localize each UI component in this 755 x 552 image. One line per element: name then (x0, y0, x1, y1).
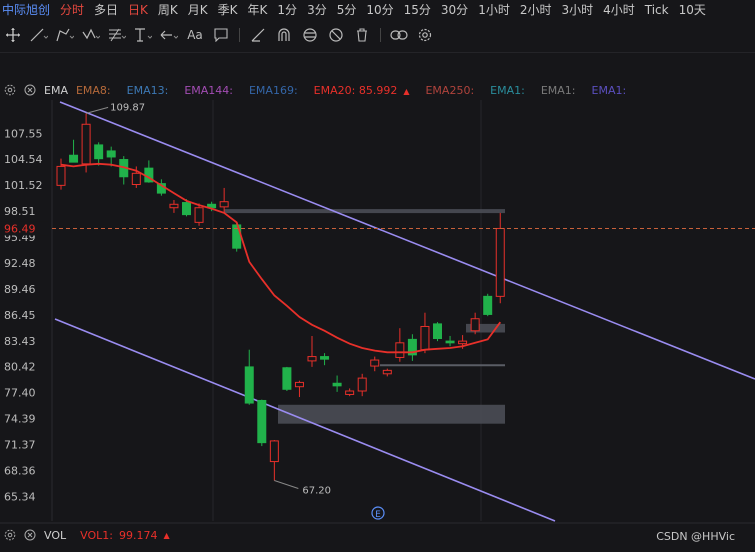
candle-body (244, 366, 254, 404)
low-label: 67.20 (302, 485, 331, 496)
candle-body (81, 123, 91, 165)
price-tick-label: 83.43 (4, 335, 36, 348)
ema-items: EMA8: EMA13: EMA144: EMA169: EMA20: 85.992 ▲ E… (76, 84, 642, 97)
candle-body (420, 325, 430, 351)
candle-body (357, 377, 367, 392)
ema-legend-label: EMA169: (248, 83, 298, 97)
price-tick-label: 101.52 (4, 179, 43, 192)
candle-body (269, 440, 279, 463)
candle-body (382, 369, 392, 375)
channel-upper-line (59, 101, 755, 380)
volume-value: 99.174 (118, 528, 158, 542)
high-marker-line (85, 106, 109, 114)
ema-legend-value: 85.992 (355, 83, 398, 97)
price-tick-label: 77.40 (4, 387, 36, 400)
ema-legend-label: EMA20: (313, 83, 356, 97)
price-tick-label: 65.34 (4, 491, 36, 504)
price-tick-label: 74.39 (4, 413, 36, 426)
candle-body (131, 172, 141, 185)
candle-body (395, 342, 405, 358)
candle-body (94, 144, 104, 160)
candle-body (219, 201, 229, 208)
settings-icon[interactable] (2, 527, 18, 543)
candle-body (445, 340, 455, 344)
indicator-name: EMA (44, 83, 68, 97)
volume-indicator-name: VOL (44, 528, 67, 542)
candle-body (470, 318, 480, 332)
high-label: 109.87 (110, 102, 145, 113)
price-tick-label: 71.37 (4, 439, 36, 452)
price-tick-label: 89.46 (4, 283, 36, 296)
settings-icon[interactable] (2, 82, 18, 98)
ema-legend-item: EMA169: (249, 84, 298, 97)
ema-legend-label: EMA8: (75, 83, 111, 97)
watermark: CSDN @HHVic (656, 530, 735, 543)
ema-legend-item: EMA1: (541, 84, 576, 97)
price-tick-label: 68.36 (4, 465, 36, 478)
volume-label: VOL1: (80, 528, 113, 542)
resistance-zone (224, 209, 505, 214)
volume-arrow-icon: ▲ (163, 530, 170, 540)
candle-body (458, 340, 468, 345)
ema-legend-item: EMA8: (76, 84, 111, 97)
price-tick-label: 104.54 (4, 153, 43, 166)
candle-body (294, 381, 304, 388)
candle-body (495, 227, 505, 297)
volume-legend: VOL VOL1: 99.174 ▲ (0, 527, 170, 543)
candle-body (106, 150, 116, 158)
ema-legend-item: EMA1: (592, 84, 627, 97)
candle-body (257, 399, 267, 444)
ema-legend: EMA EMA8: EMA13: EMA144: EMA169: EMA20: 85.9… (0, 82, 755, 98)
ema-legend-label: EMA1: (540, 83, 576, 97)
price-tick-label: 107.55 (4, 127, 43, 140)
candle-body (282, 367, 292, 390)
candle-body (433, 323, 442, 340)
ema-legend-label: EMA13: (126, 83, 169, 97)
candle-body (345, 390, 355, 395)
candle-body (69, 154, 79, 163)
ema-legend-item: EMA144: (184, 84, 233, 97)
candle-body (483, 295, 493, 315)
candle-body (182, 202, 191, 216)
close-icon[interactable] (22, 527, 38, 543)
ema-legend-label: EMA144: (184, 83, 233, 97)
ema-legend-label: EMA250: (425, 83, 475, 97)
price-tick-label: 92.48 (4, 257, 36, 270)
ema-legend-item: EMA1: (490, 84, 525, 97)
ema-legend-item: EMA13: (127, 84, 169, 97)
close-icon[interactable] (22, 82, 38, 98)
candle-body (370, 359, 380, 367)
candle-body (320, 356, 330, 360)
ema-legend-item: EMA20: 85.992 ▲ (314, 84, 410, 97)
candle-body (169, 203, 179, 209)
ema-legend-item: EMA250: (425, 84, 474, 97)
price-tick-label: 86.45 (4, 309, 36, 322)
candle-body (307, 356, 317, 362)
candle-body (332, 382, 342, 387)
support-zone (278, 404, 505, 424)
event-marker-letter: E (375, 510, 381, 520)
ema-arrow-icon: ▲ (403, 86, 410, 96)
candle-body (56, 165, 66, 186)
price-tick-label: 98.51 (4, 205, 36, 218)
price-tick-label: 80.42 (4, 361, 36, 374)
event-marker-icon[interactable]: E (371, 506, 385, 520)
current-price-label: 96.49 (4, 222, 36, 235)
low-marker-line (274, 480, 299, 489)
ema-legend-label: EMA1: (490, 83, 525, 97)
candle-body (194, 207, 204, 223)
ema-legend-label: EMA1: (591, 83, 627, 97)
